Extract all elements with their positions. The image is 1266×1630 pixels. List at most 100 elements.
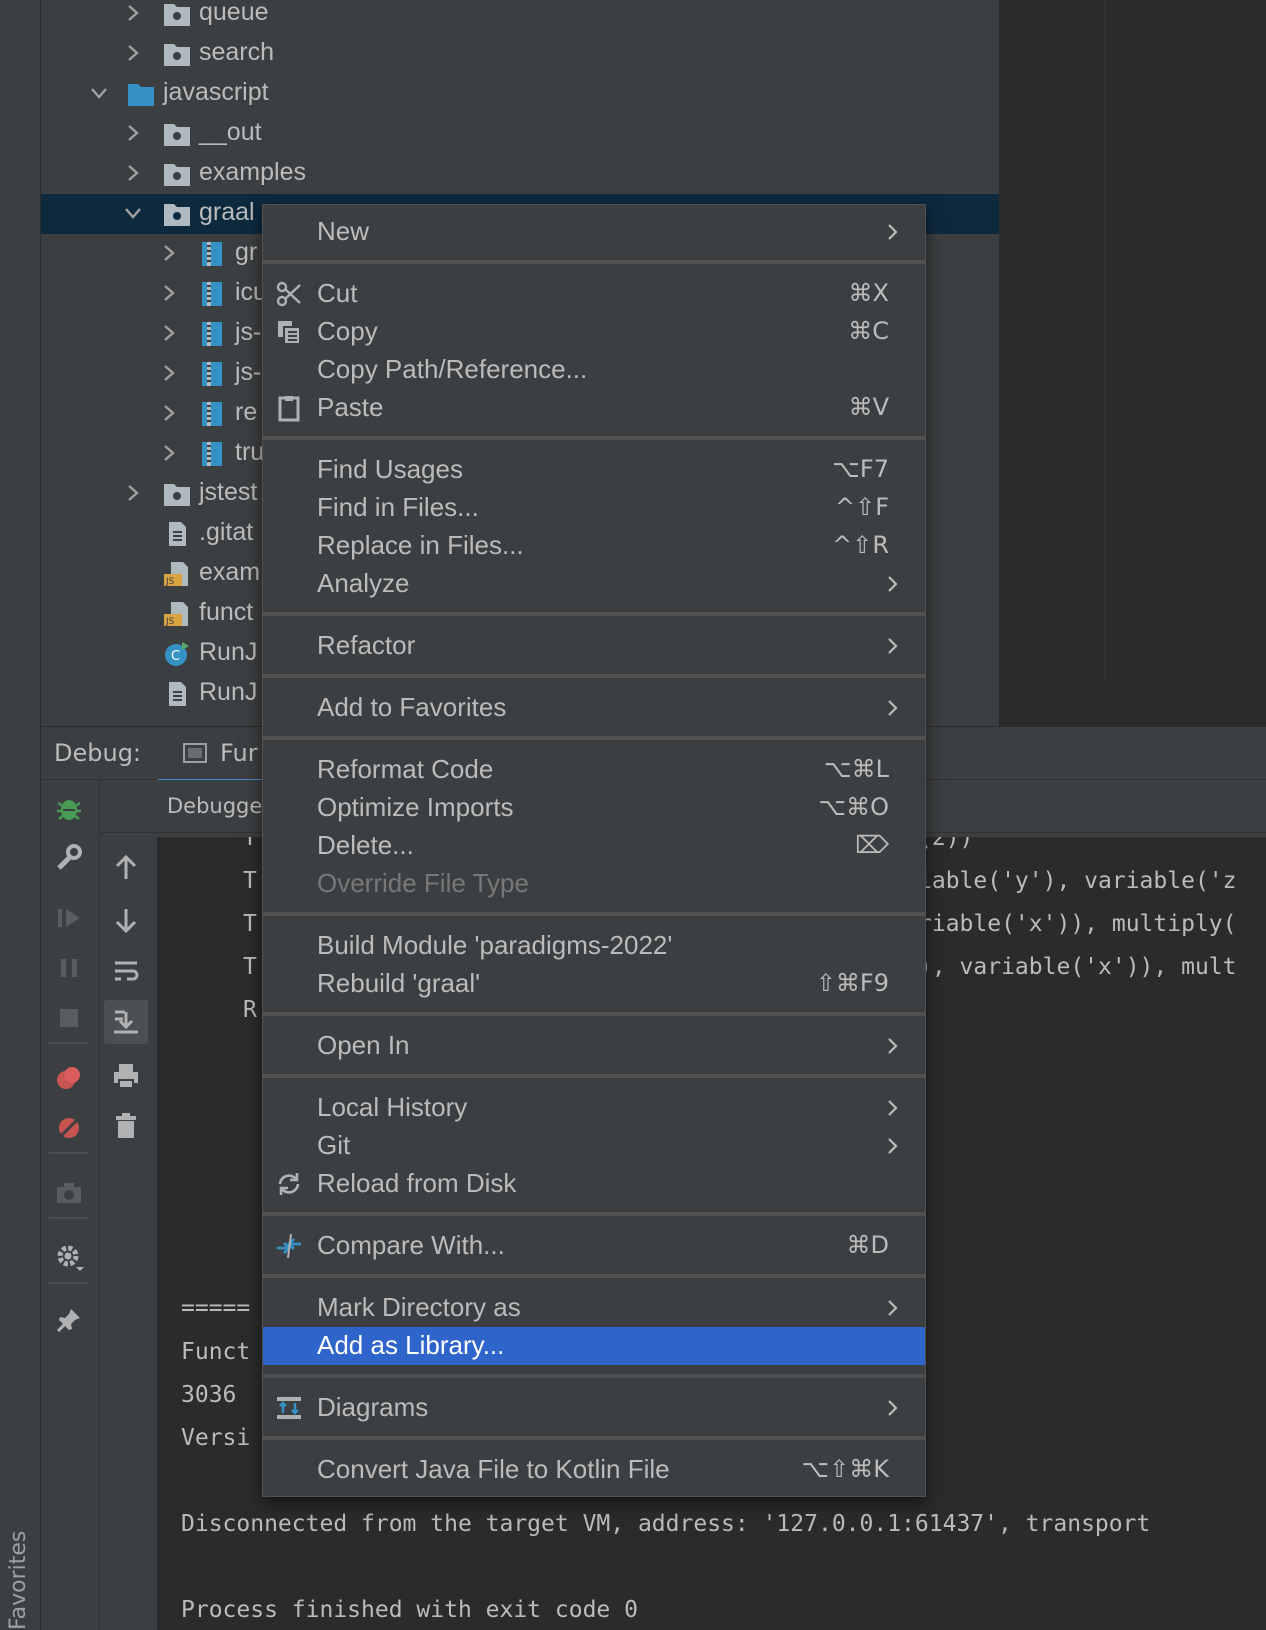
folder-icon	[164, 204, 190, 226]
favorites-tab[interactable]: Favorites	[6, 1531, 31, 1630]
menu-item-delete[interactable]: Delete... ⌦	[263, 827, 925, 865]
chevron-right-icon[interactable]	[123, 122, 143, 144]
menu-item-label: Reformat Code	[317, 754, 494, 784]
tree-item-label: queue	[199, 0, 269, 26]
chevron-down-icon[interactable]	[89, 82, 109, 104]
menu-item-reformat-code[interactable]: Reformat Code ⌥⌘L	[263, 751, 925, 789]
tree-item-search[interactable]: search	[41, 34, 999, 74]
view-breakpoints-icon[interactable]	[51, 1060, 87, 1096]
console-line: Versi	[181, 1425, 251, 1451]
menu-item-label: Add to Favorites	[317, 692, 507, 722]
console-line: T	[243, 954, 257, 980]
scroll-to-end-button[interactable]	[104, 1000, 148, 1044]
menu-item-new[interactable]: New	[263, 213, 925, 251]
soft-wrap-icon[interactable]	[108, 954, 144, 990]
menu-item-shortcut: ⌘C	[848, 317, 889, 345]
menu-item-convert-java-to-kotlin[interactable]: Convert Java File to Kotlin File ⌥⇧⌘K	[263, 1451, 925, 1489]
wrench-icon[interactable]	[51, 840, 87, 876]
menu-item-optimize-imports[interactable]: Optimize Imports ⌥⌘O	[263, 789, 925, 827]
menu-item-paste[interactable]: Paste ⌘V	[263, 389, 925, 427]
gear-icon[interactable]	[51, 1240, 87, 1276]
menu-item-mark-directory-as[interactable]: Mark Directory as	[263, 1289, 925, 1327]
menu-separator	[263, 436, 925, 440]
menu-item-shortcut: ⌥⇧⌘K	[801, 1455, 889, 1483]
copy-icon	[278, 321, 301, 345]
menu-item-open-in[interactable]: Open In	[263, 1027, 925, 1065]
chevron-right-icon[interactable]	[159, 282, 179, 304]
tree-item-label: graal	[199, 198, 255, 226]
arrow-down-icon[interactable]	[108, 902, 144, 938]
jar-archive-icon	[202, 362, 222, 386]
chevron-right-icon[interactable]	[123, 2, 143, 24]
chevron-right-icon[interactable]	[123, 482, 143, 504]
tree-item-label: RunJ	[199, 678, 258, 706]
menu-item-add-as-library[interactable]: Add as Library...	[263, 1327, 925, 1365]
tree-item-queue[interactable]: queue	[41, 0, 999, 34]
arrow-up-icon[interactable]	[108, 850, 144, 886]
debug-tab-label: Fur	[220, 739, 258, 767]
toolbar-separator	[49, 1217, 89, 1219]
tree-item-label: examples	[199, 158, 306, 186]
chevron-right-icon[interactable]	[123, 162, 143, 184]
folder-icon	[128, 84, 154, 106]
tree-item-javascript[interactable]: javascript	[41, 74, 999, 114]
menu-item-reload-from-disk[interactable]: Reload from Disk	[263, 1165, 925, 1203]
chevron-down-icon[interactable]	[123, 202, 143, 224]
tree-item-examples[interactable]: examples	[41, 154, 999, 194]
jar-archive-icon	[202, 322, 222, 346]
mute-breakpoints-icon[interactable]	[51, 1110, 87, 1146]
pause-icon[interactable]	[51, 950, 87, 986]
tree-item-label: jstest	[199, 478, 258, 506]
editor-right-margin-line	[1104, 0, 1105, 682]
chevron-right-icon[interactable]	[159, 362, 179, 384]
menu-item-analyze[interactable]: Analyze	[263, 565, 925, 603]
menu-item-cut[interactable]: Cut ⌘X	[263, 275, 925, 313]
menu-item-local-history[interactable]: Local History	[263, 1089, 925, 1127]
menu-item-find-in-files[interactable]: Find in Files... ^⇧F	[263, 489, 925, 527]
tree-item-label: search	[199, 38, 275, 66]
menu-item-label: Open In	[317, 1030, 410, 1060]
menu-item-shortcut: ^⇧R	[832, 531, 889, 559]
menu-item-replace-in-files[interactable]: Replace in Files... ^⇧R	[263, 527, 925, 565]
chevron-right-icon[interactable]	[159, 242, 179, 264]
tree-item-out[interactable]: __out	[41, 114, 999, 154]
menu-item-label: Cut	[317, 278, 358, 308]
menu-item-refactor[interactable]: Refactor	[263, 627, 925, 665]
menu-item-build-module[interactable]: Build Module 'paradigms-2022'	[263, 927, 925, 965]
menu-item-add-to-favorites[interactable]: Add to Favorites	[263, 689, 925, 727]
chevron-right-icon[interactable]	[159, 402, 179, 424]
menu-item-label: Git	[317, 1130, 351, 1160]
menu-item-find-usages[interactable]: Find Usages ⌥F7	[263, 451, 925, 489]
tree-item-label: js-	[235, 358, 262, 386]
menu-item-rebuild[interactable]: Rebuild 'graal' ⇧⌘F9	[263, 965, 925, 1003]
camera-icon[interactable]	[51, 1175, 87, 1211]
chevron-right-icon[interactable]	[159, 442, 179, 464]
stop-icon[interactable]	[51, 1000, 87, 1036]
chevron-right-icon	[888, 1100, 898, 1116]
menu-item-compare-with[interactable]: Compare With... ⌘D	[263, 1227, 925, 1265]
resume-icon[interactable]	[51, 900, 87, 936]
print-icon[interactable]	[108, 1058, 144, 1094]
menu-item-git[interactable]: Git	[263, 1127, 925, 1165]
trash-icon[interactable]	[108, 1108, 144, 1144]
chevron-right-icon[interactable]	[123, 42, 143, 64]
menu-item-copy-path[interactable]: Copy Path/Reference...	[263, 351, 925, 389]
menu-item-label: Mark Directory as	[317, 1292, 521, 1322]
menu-separator	[263, 912, 925, 916]
pin-icon[interactable]	[51, 1302, 87, 1338]
menu-separator	[263, 1374, 925, 1378]
menu-item-label: Optimize Imports	[317, 792, 514, 822]
menu-item-diagrams[interactable]: Diagrams	[263, 1389, 925, 1427]
folder-icon	[164, 4, 190, 26]
menu-item-label: Copy	[317, 316, 378, 346]
scroll-to-end-icon	[114, 1010, 138, 1034]
diagram-icon	[277, 1397, 301, 1419]
tree-item-label: .gitat	[199, 518, 254, 546]
chevron-right-icon[interactable]	[159, 322, 179, 344]
tree-item-label: js-	[235, 318, 262, 346]
tab-debugger[interactable]: Debugger	[167, 794, 271, 818]
debug-bug-icon[interactable]	[51, 790, 87, 826]
chevron-right-icon	[888, 638, 898, 654]
menu-item-copy[interactable]: Copy ⌘C	[263, 313, 925, 351]
scissors-icon	[276, 281, 301, 307]
